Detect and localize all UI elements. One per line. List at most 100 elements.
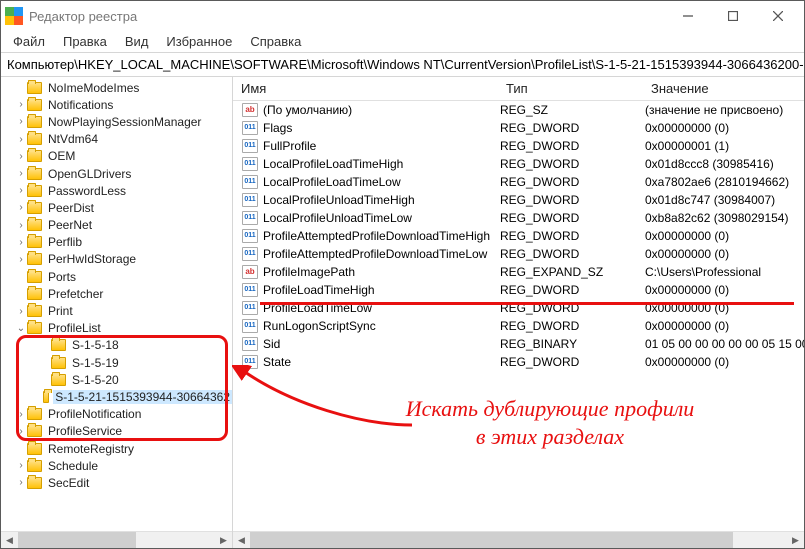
value-type: REG_DWORD xyxy=(500,247,645,261)
values-list[interactable]: ab(По умолчанию)REG_SZ(значение не присв… xyxy=(233,101,804,531)
scroll-right-icon[interactable]: ▶ xyxy=(787,532,804,549)
tree-item[interactable]: S-1-5-19 xyxy=(1,354,232,371)
expand-icon[interactable]: › xyxy=(15,237,27,248)
tree-item[interactable]: ›PasswordLess xyxy=(1,182,232,199)
value-name: State xyxy=(263,355,500,369)
list-hscroll[interactable]: ◀ ▶ xyxy=(233,531,804,548)
tree-item[interactable]: ›SecEdit xyxy=(1,474,232,491)
tree-item[interactable]: ›Perflib xyxy=(1,234,232,251)
maximize-button[interactable] xyxy=(710,2,755,30)
tree-item[interactable]: ›PeerNet xyxy=(1,217,232,234)
tree-item[interactable]: › PeerDist xyxy=(1,199,232,216)
expand-icon[interactable]: › xyxy=(15,99,27,110)
folder-icon xyxy=(27,202,42,214)
table-row[interactable]: 011LocalProfileUnloadTimeHighREG_DWORD0x… xyxy=(233,191,804,209)
tree-item[interactable]: RemoteRegistry xyxy=(1,440,232,457)
menu-help[interactable]: Справка xyxy=(242,32,309,51)
registry-tree[interactable]: NoImeModeImes›Notifications›NowPlayingSe… xyxy=(1,77,232,531)
tree-item[interactable]: S-1-5-20 xyxy=(1,371,232,388)
close-button[interactable] xyxy=(755,2,800,30)
tree-item[interactable]: ›NtVdm64 xyxy=(1,131,232,148)
table-row[interactable]: 011ProfileLoadTimeHighREG_DWORD0x0000000… xyxy=(233,281,804,299)
content-panes: NoImeModeImes›Notifications›NowPlayingSe… xyxy=(1,77,804,548)
expand-icon[interactable]: › xyxy=(15,254,27,265)
tree-item[interactable]: › OEM xyxy=(1,148,232,165)
folder-icon xyxy=(27,322,42,334)
menubar: Файл Правка Вид Избранное Справка xyxy=(1,31,804,53)
tree-item-label: PerHwIdStorage xyxy=(46,252,138,266)
menu-favorites[interactable]: Избранное xyxy=(158,32,240,51)
tree-item-label: Schedule xyxy=(46,459,100,473)
expand-icon[interactable]: › xyxy=(15,134,27,145)
tree-item-label: OEM xyxy=(46,149,77,163)
scroll-left-icon[interactable]: ◀ xyxy=(1,532,18,549)
table-row[interactable]: ab(По умолчанию)REG_SZ(значение не присв… xyxy=(233,101,804,119)
table-row[interactable]: 011SidREG_BINARY01 05 00 00 00 00 00 05 … xyxy=(233,335,804,353)
table-row[interactable]: 011ProfileAttemptedProfileDownloadTimeHi… xyxy=(233,227,804,245)
tree-item[interactable]: › Schedule xyxy=(1,457,232,474)
expand-icon[interactable]: › xyxy=(15,306,27,317)
menu-view[interactable]: Вид xyxy=(117,32,157,51)
table-row[interactable]: 011ProfileAttemptedProfileDownloadTimeLo… xyxy=(233,245,804,263)
minimize-button[interactable] xyxy=(665,2,710,30)
expand-icon[interactable]: › xyxy=(15,426,27,437)
expand-icon[interactable]: › xyxy=(15,477,27,488)
value-data: 0x00000000 (0) xyxy=(645,283,804,297)
col-type[interactable]: Тип xyxy=(498,81,643,96)
expand-icon[interactable]: › xyxy=(15,220,27,231)
expand-icon[interactable]: › xyxy=(15,151,27,162)
tree-item-label: RemoteRegistry xyxy=(46,442,136,456)
tree-item[interactable]: NoImeModeImes xyxy=(1,79,232,96)
tree-hscroll[interactable]: ◀ ▶ xyxy=(1,531,232,548)
tree-pane: NoImeModeImes›Notifications›NowPlayingSe… xyxy=(1,77,233,548)
table-row[interactable]: 011RunLogonScriptSyncREG_DWORD0x00000000… xyxy=(233,317,804,335)
folder-icon xyxy=(27,82,42,94)
table-row[interactable]: 011StateREG_DWORD0x00000000 (0) xyxy=(233,353,804,371)
table-row[interactable]: 011LocalProfileLoadTimeLowREG_DWORD0xa78… xyxy=(233,173,804,191)
folder-icon xyxy=(27,477,42,489)
list-header[interactable]: Имя Тип Значение xyxy=(233,77,804,101)
expand-icon[interactable]: › xyxy=(15,409,27,420)
value-data: C:\Users\Professional xyxy=(645,265,804,279)
tree-item[interactable]: S-1-5-21-1515393944-30664362 xyxy=(1,388,232,405)
expand-icon[interactable]: › xyxy=(15,460,27,471)
tree-item[interactable]: ›Notifications xyxy=(1,96,232,113)
regedit-window: Редактор реестра Файл Правка Вид Избранн… xyxy=(0,0,805,549)
menu-edit[interactable]: Правка xyxy=(55,32,115,51)
folder-icon xyxy=(27,425,42,437)
expand-icon[interactable]: › xyxy=(15,168,27,179)
value-data: 0x00000000 (0) xyxy=(645,121,804,135)
tree-item[interactable]: S-1-5-18 xyxy=(1,337,232,354)
value-name: LocalProfileUnloadTimeLow xyxy=(263,211,500,225)
addressbar[interactable]: Компьютер\HKEY_LOCAL_MACHINE\SOFTWARE\Mi… xyxy=(1,53,804,77)
expand-icon[interactable]: › xyxy=(15,116,27,127)
value-data: 0x00000001 (1) xyxy=(645,139,804,153)
table-row[interactable]: 011ProfileLoadTimeLowREG_DWORD0x00000000… xyxy=(233,299,804,317)
tree-item[interactable]: ⌄ProfileList xyxy=(1,320,232,337)
tree-item-label: PeerDist xyxy=(46,201,96,215)
tree-item[interactable]: ›NowPlayingSessionManager xyxy=(1,113,232,130)
folder-icon xyxy=(27,150,42,162)
scroll-right-icon[interactable]: ▶ xyxy=(215,532,232,549)
tree-item[interactable]: ›OpenGLDrivers xyxy=(1,165,232,182)
expand-icon[interactable]: › xyxy=(15,202,27,213)
scroll-left-icon[interactable]: ◀ xyxy=(233,532,250,549)
tree-item[interactable]: ›Print xyxy=(1,302,232,319)
col-name[interactable]: Имя xyxy=(233,81,498,96)
tree-item[interactable]: Ports xyxy=(1,268,232,285)
tree-item[interactable]: ›ProfileService xyxy=(1,423,232,440)
expand-icon[interactable]: ⌄ xyxy=(15,323,27,334)
col-value[interactable]: Значение xyxy=(643,81,804,96)
table-row[interactable]: 011LocalProfileUnloadTimeLowREG_DWORD0xb… xyxy=(233,209,804,227)
tree-item[interactable]: › PerHwIdStorage xyxy=(1,251,232,268)
tree-item-label: S-1-5-21-1515393944-30664362 xyxy=(53,390,232,404)
menu-file[interactable]: Файл xyxy=(5,32,53,51)
tree-item[interactable]: ›ProfileNotification xyxy=(1,406,232,423)
table-row[interactable]: 011FullProfileREG_DWORD0x00000001 (1) xyxy=(233,137,804,155)
table-row[interactable]: abProfileImagePathREG_EXPAND_SZC:\Users\… xyxy=(233,263,804,281)
expand-icon[interactable]: › xyxy=(15,185,27,196)
table-row[interactable]: 011LocalProfileLoadTimeHighREG_DWORD0x01… xyxy=(233,155,804,173)
tree-item[interactable]: Prefetcher xyxy=(1,285,232,302)
value-name: (По умолчанию) xyxy=(263,103,500,117)
table-row[interactable]: 011FlagsREG_DWORD0x00000000 (0) xyxy=(233,119,804,137)
